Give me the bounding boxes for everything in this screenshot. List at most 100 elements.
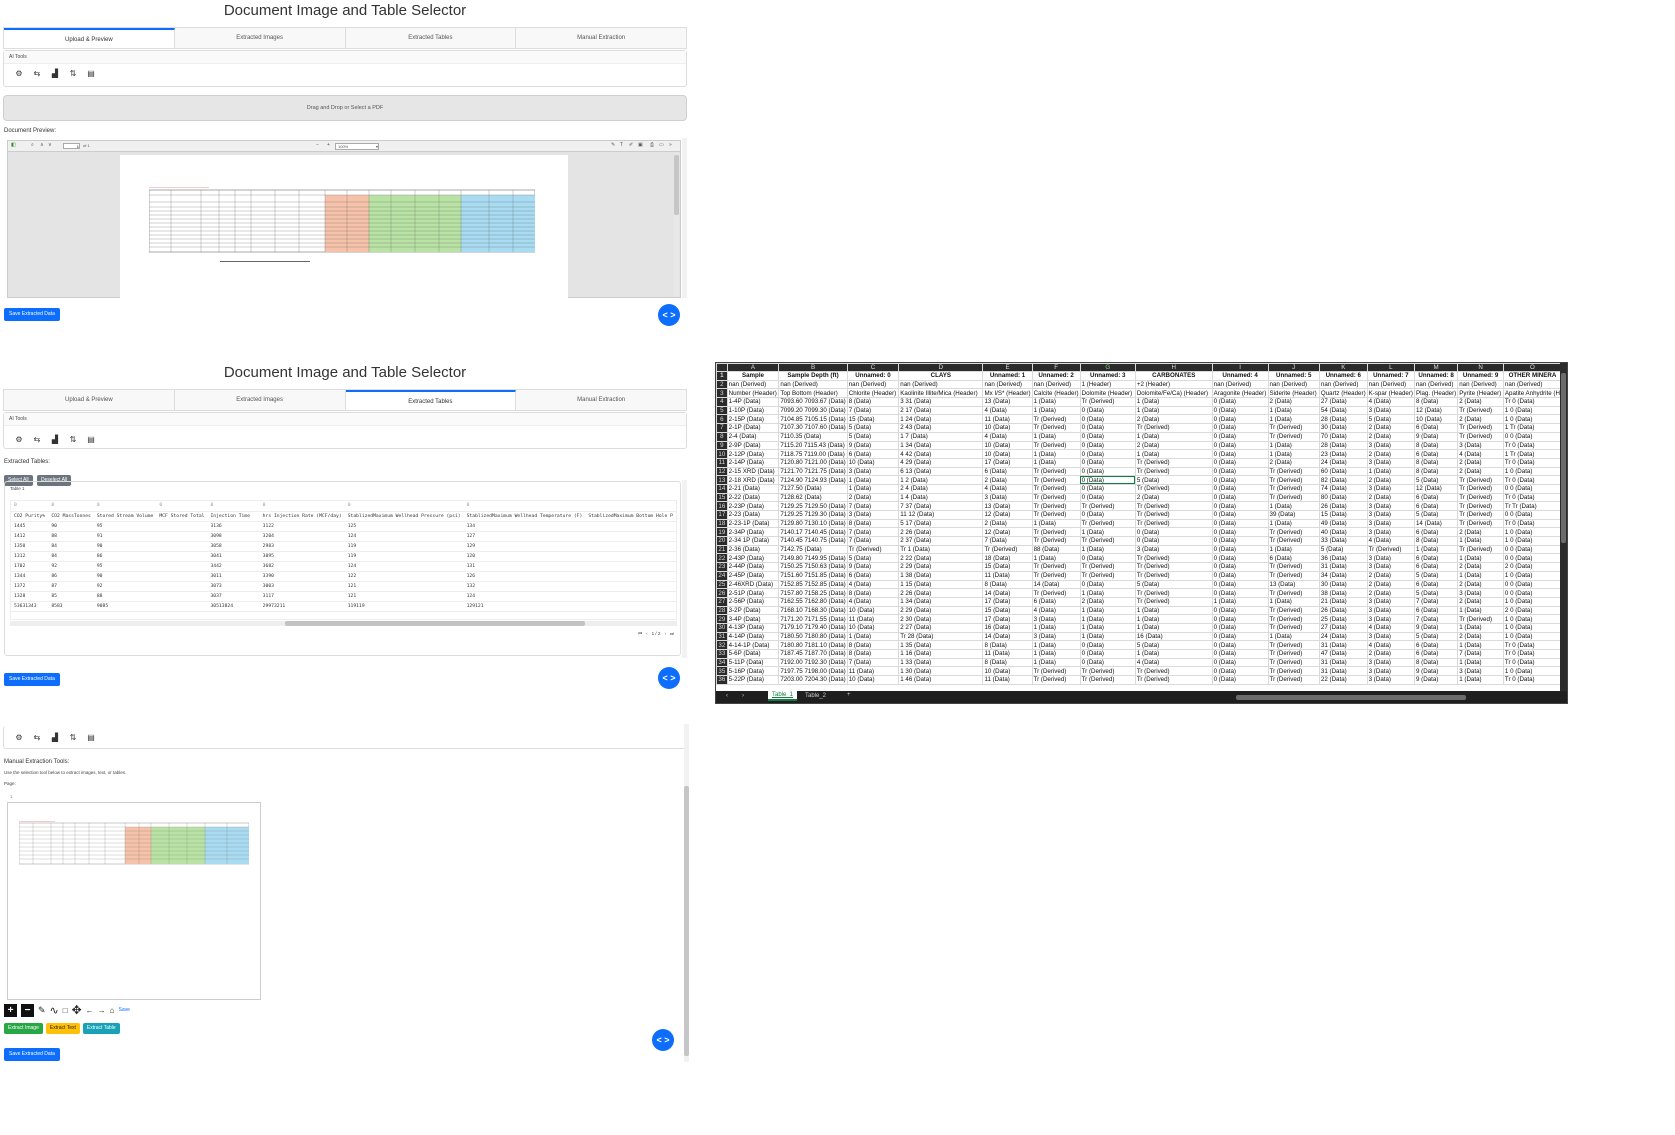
column-header[interactable]: Stored Stream Volume [93,511,157,522]
cell[interactable]: 0 (Data) [1079,466,1136,477]
cell[interactable]: 2 26 (Data) [898,527,984,538]
cell[interactable]: 11 (Data) [982,649,1033,659]
spreadsheet-row[interactable]: 17 2-23 (Data) 7129.25 7129.30 (Data) 3 (Da… [716,510,1562,520]
cell[interactable]: 7142.75 (Data) [778,544,848,555]
cell[interactable]: 7118.75 7119.00 (Data) [778,449,848,459]
cell[interactable]: 16 (Data) [1134,631,1213,642]
cell[interactable]: 2 (Data) [1457,466,1504,477]
cell[interactable]: 3 (Data) [1366,562,1415,572]
cell[interactable]: 0 (Data) [1211,614,1269,624]
cell[interactable]: 7 (Data) [846,501,900,511]
cell[interactable]: 70 (Data) [1318,431,1368,442]
cell[interactable]: 10 (Data) [1413,414,1459,425]
cell[interactable]: 2-56P (Data) [726,596,780,607]
cell[interactable]: 30 (Data) [1318,423,1368,433]
cell[interactable]: 5 (Data) [1366,414,1415,425]
cell[interactable]: 1 (Data) [1457,553,1504,564]
cell[interactable]: 2-21 (Data) [726,483,780,494]
spreadsheet-row[interactable]: 12 2-15 XRD (Data) 7121.70 7121.75 (Data) 3… [716,466,1562,477]
cell[interactable]: 2-45P (Data) [726,570,780,581]
cell[interactable]: 10 (Data) [982,666,1033,677]
cell[interactable]: 1 0 (Data) [1502,527,1562,538]
tab-manual-extraction[interactable]: Manual Extraction [516,28,686,48]
cell[interactable]: 1 (Data) [1267,440,1320,451]
cell[interactable]: Tr (Derived) [1267,657,1320,668]
cell[interactable]: 17 (Data) [982,457,1033,468]
cell[interactable]: 2 (Data) [1366,579,1415,590]
redo-icon[interactable]: → [98,1006,106,1015]
cell[interactable]: 3 (Data) [1366,518,1415,529]
next-page-icon[interactable]: › [664,631,666,636]
zoom-out-icon[interactable]: − [316,142,319,148]
cell[interactable]: 7 (Data) [1413,614,1459,624]
cell[interactable]: 1 (Data) [1134,649,1213,659]
pdf-dropzone[interactable]: Drag and Drop or Select a PDF [3,95,687,121]
cell[interactable]: 11 (Data) [846,614,900,624]
table-row[interactable]: 53631343 8583 9085 30513824 29973211 119119 12… [11,601,676,612]
cell[interactable]: 7115.20 7115.43 (Data) [778,440,848,451]
cell[interactable]: 7128.62 (Data) [778,492,848,503]
cell[interactable]: Tr (Derived) [1134,457,1213,468]
cell[interactable]: Tr 0 (Data) [1502,518,1562,529]
cell[interactable]: 31 (Data) [1318,666,1368,677]
cell[interactable]: 3 (Data) [1366,405,1415,416]
cell[interactable]: 2 37 (Data) [898,536,984,546]
cell[interactable]: 1 34 (Data) [898,596,984,607]
cell[interactable]: Tr (Derived) [982,544,1033,555]
cell[interactable]: 2 (Data) [1366,431,1415,442]
cell[interactable]: 7157.80 7158.25 (Data) [778,588,848,598]
cell[interactable]: 6 (Data) [1267,553,1320,564]
cell[interactable]: 11 (Data) [982,414,1033,425]
spreadsheet-row[interactable]: 34 5-11P (Data) 7192.00 7192.30 (Data) 7 (D… [716,657,1562,668]
cell[interactable]: 8 (Data) [1413,457,1459,468]
cell[interactable]: 10 (Data) [846,675,900,685]
swap-icon[interactable]: ⇆ [32,435,42,445]
spreadsheet-row[interactable]: 35 5-16P (Data) 7197.75 7198.00 (Data) 11 (… [716,666,1562,677]
cell[interactable]: 1 (Data) [1079,622,1136,633]
cell[interactable]: 0 (Data) [1079,414,1136,425]
cell[interactable]: Tr (Derived) [1134,483,1213,494]
cell[interactable]: Kaolinite Illite/Mica (Header) [898,388,984,399]
cell[interactable]: 0 (Data) [1211,466,1269,477]
cell[interactable]: Tr (Derived) [1267,649,1320,659]
cell[interactable]: 1 (Data) [1079,614,1136,624]
cell[interactable]: 1 (Data) [1457,605,1504,616]
cell[interactable]: 2 0 (Data) [1502,562,1562,572]
header-cell[interactable]: Unnamed: 9 [1457,371,1504,381]
cell[interactable]: 1 (Data) [1457,536,1504,546]
column-letter[interactable]: C [846,363,900,372]
cell[interactable]: 0 0 (Data) [1502,431,1562,442]
cell[interactable]: Tr (Derived) [1031,440,1081,451]
cell[interactable]: Tr (Derived) [1267,536,1320,546]
cell[interactable]: 15 (Data) [982,605,1033,616]
sort-icon[interactable]: ⇅ [68,435,78,445]
cell[interactable]: 0 0 (Data) [1502,579,1562,590]
cell[interactable]: 7129.25 7129.30 (Data) [778,510,848,520]
cell[interactable]: 13 (Data) [982,501,1033,511]
cell[interactable]: 2 (Data) [1457,527,1504,538]
cell[interactable]: Tr (Derived) [1031,510,1081,520]
cell[interactable]: Tr (Derived) [1457,492,1504,503]
cell[interactable]: 2-44P (Data) [726,562,780,572]
cell[interactable]: 2 (Data) [982,475,1033,485]
row-number[interactable]: 11 [716,457,728,468]
cell[interactable]: 7 (Data) [846,527,900,538]
cell[interactable]: 28 (Data) [1318,414,1368,425]
cell[interactable]: Tr 0 (Data) [1502,457,1562,468]
cell[interactable]: 2-23-1P (Data) [726,518,780,529]
cell[interactable]: 0 (Data) [1211,553,1269,564]
code-toggle-button[interactable]: < > [652,1029,674,1051]
cell[interactable]: 4 (Data) [982,405,1033,416]
cell[interactable]: 2-1P (Data) [726,423,780,433]
cell[interactable]: 1 38 (Data) [898,570,984,581]
extract-text-button[interactable]: Extract Text [45,1023,80,1034]
cell[interactable]: 9 (Data) [846,562,900,572]
cell[interactable]: 5 (Data) [1413,510,1459,520]
cell[interactable]: Tr (Derived) [1267,431,1320,442]
tag-icon[interactable]: ⌂ [110,1006,115,1015]
column-letter[interactable]: M [1413,363,1459,372]
cell[interactable]: 30 (Data) [1318,579,1368,590]
cell[interactable]: 1 (Data) [1031,449,1081,459]
cell[interactable]: nan (Derived) [1211,379,1269,390]
cell[interactable]: 7152.85 7152.85 (Data) [778,579,848,590]
